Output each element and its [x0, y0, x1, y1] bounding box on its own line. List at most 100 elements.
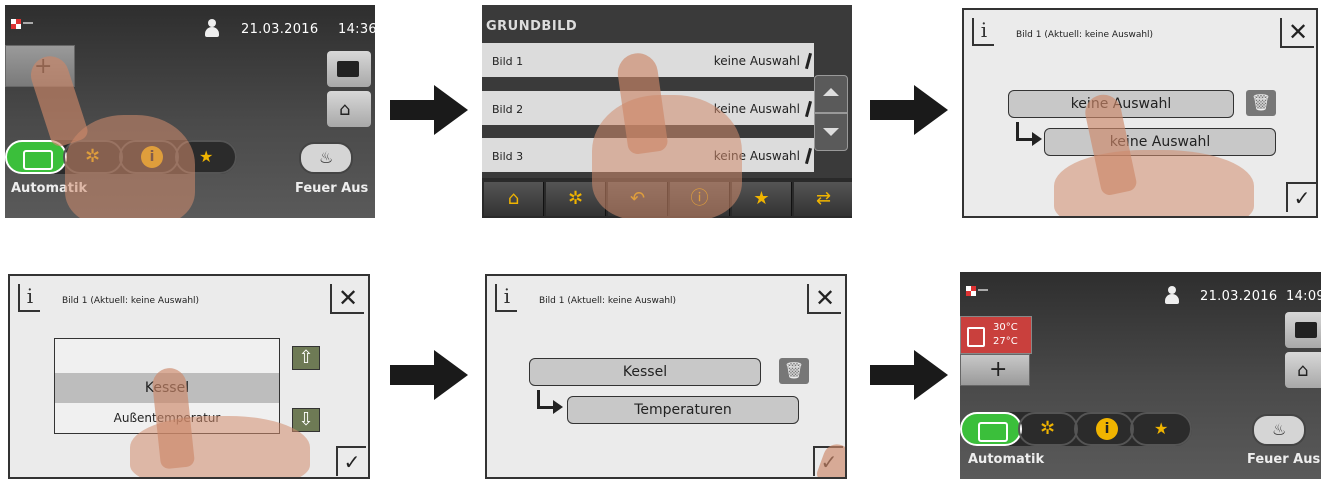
temp-value-2: 27°C	[993, 336, 1018, 347]
time-label: 14:09	[1286, 289, 1321, 304]
mode-bar: ✲ i ★	[960, 412, 1192, 446]
move-up-button[interactable]: ⇧	[292, 346, 320, 370]
row-label: Bild 1	[492, 55, 524, 68]
add-tile-button[interactable]: +	[960, 354, 1030, 386]
screen-grundbild: GRUNDBILD Bild 1 keine Auswahl Bild 2 ke…	[482, 5, 852, 218]
scroll-down-icon	[823, 128, 839, 136]
add-label: +	[989, 357, 1008, 382]
chimney-sweep-button[interactable]: ⌂	[1285, 352, 1321, 388]
trash-icon: 🗑	[1250, 93, 1272, 112]
flow-arrow-2	[870, 85, 950, 135]
close-icon: ✕	[337, 284, 359, 312]
sub-selection-field[interactable]: Temperaturen	[567, 396, 799, 424]
finger-overlay	[26, 51, 90, 149]
hand-overlay	[1054, 150, 1254, 216]
close-icon: ✕	[1287, 18, 1309, 46]
dialog-select-list: i Bild 1 (Aktuell: keine Auswahl) ✕ Kess…	[8, 274, 370, 479]
user-icon[interactable]	[1165, 286, 1179, 304]
selection-field[interactable]: Kessel	[529, 358, 761, 386]
suitcase-icon	[337, 61, 359, 77]
home-button[interactable]: ⌂	[484, 182, 544, 216]
page-title: GRUNDBILD	[486, 19, 578, 34]
mode-info[interactable]: i	[1074, 412, 1134, 446]
dialog-confirm-selection: i Bild 1 (Aktuell: keine Auswahl) ✕ Kess…	[485, 274, 847, 479]
boiler-icon	[967, 327, 985, 347]
transfer-button[interactable]: ⇄	[794, 182, 852, 216]
gears-icon: ✲	[567, 188, 584, 209]
gears-icon: ✲	[1040, 418, 1056, 439]
trash-button[interactable]: 🗑	[779, 358, 809, 384]
chimney-sweep-button[interactable]: ⌂	[327, 91, 371, 127]
info-icon: i	[1096, 418, 1118, 440]
sub-connector-icon	[1016, 122, 1033, 141]
check-icon: ✓	[343, 450, 361, 474]
usb-status-icon	[966, 286, 988, 298]
close-button[interactable]: ✕	[807, 284, 841, 314]
fire-label: Feuer Aus	[295, 181, 369, 196]
chimney-sweep-icon: ⌂	[1297, 360, 1309, 381]
close-button[interactable]: ✕	[1280, 18, 1314, 48]
usb-status-icon	[11, 19, 33, 31]
scroll-up-button[interactable]	[814, 75, 848, 113]
fire-button[interactable]: ♨	[299, 142, 353, 174]
suitcase-button[interactable]	[1285, 312, 1321, 348]
arrow-down-icon: ⇩	[298, 409, 314, 430]
hand-overlay	[592, 95, 742, 218]
dialog-title: Bild 1 (Aktuell: keine Auswahl)	[62, 296, 200, 306]
scroll-down-button[interactable]	[814, 113, 848, 151]
time-label: 14:36	[338, 22, 375, 37]
favorites-icon: ★	[199, 147, 214, 166]
info-icon: i	[972, 18, 994, 46]
edit-icon[interactable]	[804, 100, 813, 118]
confirm-button[interactable]: ✓	[336, 446, 366, 476]
favorites-icon: ★	[753, 188, 770, 209]
date-label: 21.03.2016	[241, 22, 319, 37]
date-label: 21.03.2016	[1200, 289, 1278, 304]
row-label: Bild 2	[492, 103, 524, 116]
mode-label: Automatik	[968, 452, 1045, 467]
mode-favorites[interactable]: ★	[1130, 412, 1192, 446]
dialog-title: Bild 1 (Aktuell: keine Auswahl)	[1016, 30, 1154, 40]
mode-automatic[interactable]	[960, 412, 1022, 446]
close-button[interactable]: ✕	[330, 284, 364, 314]
screen-home: 21.03.2016 14:36 + ⌂ ✲ i ★ ♨ Automatik F…	[5, 5, 375, 218]
move-down-button[interactable]: ⇩	[292, 408, 320, 432]
confirm-button[interactable]: ✓	[1286, 182, 1316, 212]
arrow-up-icon: ⇧	[298, 347, 314, 368]
edit-icon[interactable]	[804, 147, 813, 165]
suitcase-icon	[1295, 322, 1317, 338]
fire-icon: ♨	[319, 148, 334, 167]
flow-arrow-1	[390, 85, 470, 135]
boiler-icon	[978, 422, 1008, 442]
transfer-icon: ⇄	[815, 188, 832, 209]
screen-home-result: 21.03.2016 14:09 30°C 27°C + ⌂ ✲ i ★ ♨ A…	[960, 272, 1321, 479]
check-icon: ✓	[1293, 186, 1311, 210]
dialog-title: Bild 1 (Aktuell: keine Auswahl)	[539, 296, 677, 306]
sub-connector-arrow-icon	[1032, 132, 1042, 146]
sub-connector-arrow-icon	[553, 400, 563, 414]
info-icon: i	[495, 284, 517, 312]
suitcase-button[interactable]	[327, 51, 371, 87]
fire-label: Feuer Aus	[1247, 452, 1321, 467]
row-value: keine Auswahl	[713, 102, 800, 116]
edit-icon[interactable]	[804, 52, 813, 70]
boiler-temp-tile[interactable]: 30°C 27°C	[960, 316, 1032, 354]
row-value: keine Auswahl	[713, 54, 800, 68]
flow-arrow-4	[870, 350, 950, 400]
temp-value-1: 30°C	[993, 322, 1018, 333]
mode-settings[interactable]: ✲	[1018, 412, 1078, 446]
row-label: Bild 3	[492, 150, 524, 163]
user-icon[interactable]	[205, 19, 219, 37]
fire-icon: ♨	[1272, 420, 1287, 439]
trash-button[interactable]: 🗑	[1246, 90, 1276, 116]
favorites-icon: ★	[1154, 419, 1169, 438]
scroll-up-icon	[823, 88, 839, 96]
flow-arrow-3	[390, 350, 470, 400]
boiler-icon	[23, 150, 53, 170]
info-icon: i	[18, 284, 40, 312]
fire-button[interactable]: ♨	[1252, 414, 1306, 446]
chimney-sweep-icon: ⌂	[339, 99, 351, 120]
home-icon: ⌂	[507, 188, 520, 209]
dialog-select-image: i Bild 1 (Aktuell: keine Auswahl) ✕ kein…	[962, 8, 1318, 218]
sub-connector-icon	[537, 390, 554, 409]
